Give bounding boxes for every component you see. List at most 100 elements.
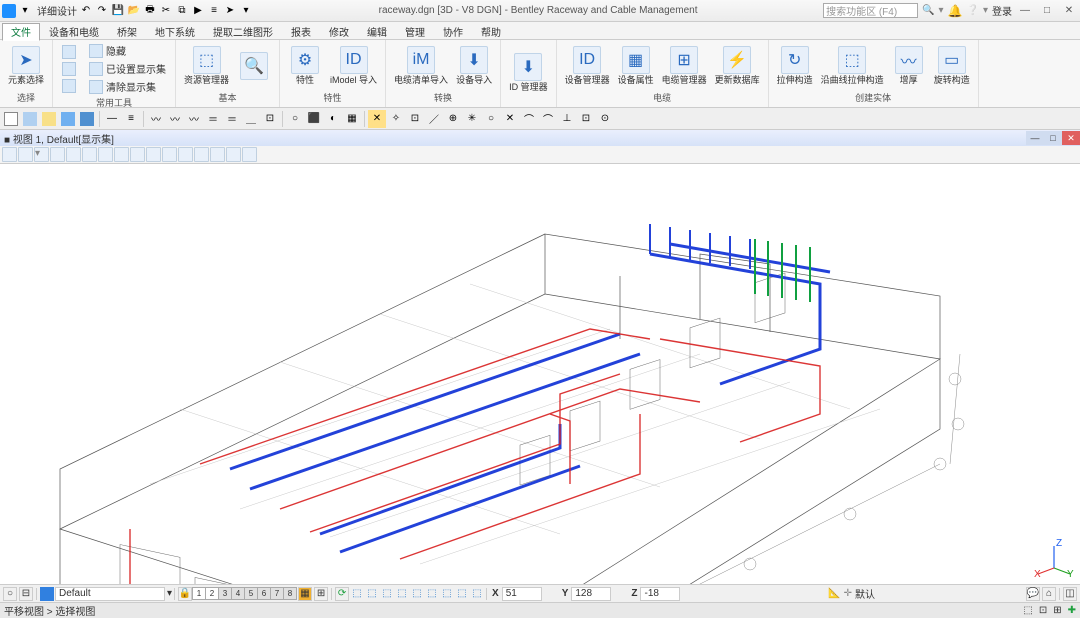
view-cube-8[interactable]: ⬚: [455, 587, 469, 601]
view-cube-2[interactable]: ⬚: [365, 587, 379, 601]
ribbon-big-4-0[interactable]: iM电缆清单导入: [392, 44, 450, 88]
view-tab-7[interactable]: 7: [270, 587, 284, 600]
menu-tab-5[interactable]: 报表: [282, 22, 320, 40]
qat-pointer-icon[interactable]: ➤: [223, 4, 237, 18]
sb-tile-icon[interactable]: ▦: [298, 587, 312, 601]
tool-snap5-icon[interactable]: ⊕: [444, 110, 462, 128]
view-tab-5[interactable]: 5: [244, 587, 258, 600]
menu-tab-1[interactable]: 设备和电缆: [40, 22, 108, 40]
tool-snap9-icon[interactable]: ⌒: [520, 110, 538, 128]
tool-snap3-icon[interactable]: ⊡: [406, 110, 424, 128]
ribbon-search-input[interactable]: 搜索功能区 (F4): [823, 3, 918, 18]
snap-crosshair-icon[interactable]: ✛: [844, 588, 852, 599]
ribbon-small-1-1-2[interactable]: 清除显示集: [86, 78, 169, 95]
window-maximize-button[interactable]: □: [1038, 4, 1056, 18]
notifications-icon[interactable]: 🔔: [948, 4, 963, 18]
ribbon-big-7-2[interactable]: 〰增厚: [890, 44, 928, 88]
vt-13[interactable]: [194, 147, 209, 162]
tool-layer-icon[interactable]: [21, 110, 39, 128]
menu-tab-0[interactable]: 文件: [2, 23, 40, 41]
tool-c-icon[interactable]: 〰: [185, 110, 203, 128]
ribbon-big-5-0[interactable]: ⬇ID 管理器: [507, 51, 550, 95]
tool-weight-icon[interactable]: ≡: [122, 110, 140, 128]
tool-d-icon[interactable]: ＝: [204, 110, 222, 128]
sb-cascade-icon[interactable]: ⊞: [314, 587, 328, 601]
qat-open-icon[interactable]: 📂: [127, 4, 141, 18]
tool-h-icon[interactable]: ○: [286, 110, 304, 128]
tool-color-icon[interactable]: [59, 110, 77, 128]
tool-snap13-icon[interactable]: ⊙: [596, 110, 614, 128]
vt-1[interactable]: [2, 147, 17, 162]
view-tab-8[interactable]: 8: [283, 587, 297, 600]
ribbon-big-2-0[interactable]: ⬚资源管理器: [182, 44, 231, 88]
tool-snap1-icon[interactable]: ✕: [368, 110, 386, 128]
ribbon-big-7-3[interactable]: ▭旋转构造: [932, 44, 972, 88]
qat-copy-icon[interactable]: ⧉: [175, 4, 189, 18]
ribbon-small-1-0-1[interactable]: [59, 61, 82, 77]
ribbon-big-7-0[interactable]: ↻拉伸构造: [775, 44, 815, 88]
qat-cut-icon[interactable]: ✂: [159, 4, 173, 18]
view-tab-2[interactable]: 2: [205, 587, 219, 600]
snap-icon[interactable]: 📐: [828, 588, 840, 599]
vt-12[interactable]: [178, 147, 193, 162]
ribbon-big-6-3[interactable]: ⚡更新数据库: [713, 44, 762, 88]
view-cube-7[interactable]: ⬚: [440, 587, 454, 601]
sb-config-button[interactable]: ⊟: [19, 587, 33, 601]
tool-snap7-icon[interactable]: ○: [482, 110, 500, 128]
ribbon-small-1-1-1[interactable]: 已设置显示集: [86, 60, 169, 77]
vt-10[interactable]: [146, 147, 161, 162]
sb-home-icon[interactable]: ⌂: [1042, 587, 1056, 601]
tool-j-icon[interactable]: ◐: [324, 110, 342, 128]
ribbon-big-6-1[interactable]: ▦设备属性: [616, 44, 656, 88]
view-cube-3[interactable]: ⬚: [380, 587, 394, 601]
vt-11[interactable]: [162, 147, 177, 162]
menu-tab-7[interactable]: 编辑: [358, 22, 396, 40]
ribbon-small-1-1-0[interactable]: 隐藏: [86, 42, 169, 59]
menu-tab-2[interactable]: 桥架: [108, 22, 146, 40]
vt-5[interactable]: [66, 147, 81, 162]
view-tab-3[interactable]: 3: [218, 587, 232, 600]
menu-tab-8[interactable]: 管理: [396, 22, 434, 40]
vt-3[interactable]: ▾: [34, 147, 49, 162]
ribbon-big-7-1[interactable]: ⬚沿曲线拉伸构造: [819, 44, 886, 88]
ribbon-big-3-0[interactable]: ⚙特性: [286, 44, 324, 88]
ribbon-big-0-0[interactable]: ➤元素选择: [6, 44, 46, 88]
qat-print-icon[interactable]: 🖶: [143, 4, 157, 18]
qat-undo-icon[interactable]: ↶: [79, 4, 93, 18]
vt-6[interactable]: [82, 147, 97, 162]
ribbon-big-4-1[interactable]: ⬇设备导入: [454, 44, 494, 88]
vt-15[interactable]: [226, 147, 241, 162]
qat-dropdown[interactable]: ▾: [18, 4, 32, 18]
window-minimize-button[interactable]: —: [1016, 4, 1034, 18]
view-cube-9[interactable]: ⬚: [470, 587, 484, 601]
tool-snap10-icon[interactable]: ⌒: [539, 110, 557, 128]
tool-snap11-icon[interactable]: ⊥: [558, 110, 576, 128]
coord-z-value[interactable]: -18: [640, 587, 680, 601]
sb-msg-icon[interactable]: 💬: [1026, 587, 1040, 601]
vt-8[interactable]: [114, 147, 129, 162]
tool-snap2-icon[interactable]: ✧: [387, 110, 405, 128]
tool-snap12-icon[interactable]: ⊡: [577, 110, 595, 128]
qat-save-icon[interactable]: 💾: [111, 4, 125, 18]
menu-tab-4[interactable]: 提取二维图形: [204, 22, 282, 40]
tool-b-icon[interactable]: 〰: [166, 110, 184, 128]
vt-7[interactable]: [98, 147, 113, 162]
tool-g-icon[interactable]: ⊡: [261, 110, 279, 128]
view-close-button[interactable]: ✕: [1062, 131, 1080, 145]
vt-4[interactable]: [50, 147, 65, 162]
tool-f-icon[interactable]: ＿: [242, 110, 260, 128]
ribbon-big-2-1[interactable]: 🔍: [235, 50, 273, 83]
tool-snap4-icon[interactable]: ／: [425, 110, 443, 128]
view-cube-5[interactable]: ⬚: [410, 587, 424, 601]
tool-snap8-icon[interactable]: ✕: [501, 110, 519, 128]
ribbon-small-1-0-0[interactable]: [59, 44, 82, 60]
coord-x-value[interactable]: 51: [502, 587, 542, 601]
vt-9[interactable]: [130, 147, 145, 162]
vt-14[interactable]: [210, 147, 225, 162]
tool-snap6-icon[interactable]: ✳: [463, 110, 481, 128]
qat-play-icon[interactable]: ▶: [191, 4, 205, 18]
qat-more[interactable]: ▾: [239, 4, 253, 18]
sb-level-icon[interactable]: [40, 587, 54, 601]
sb-mode-button[interactable]: ○: [3, 587, 17, 601]
tool-e-icon[interactable]: ＝: [223, 110, 241, 128]
